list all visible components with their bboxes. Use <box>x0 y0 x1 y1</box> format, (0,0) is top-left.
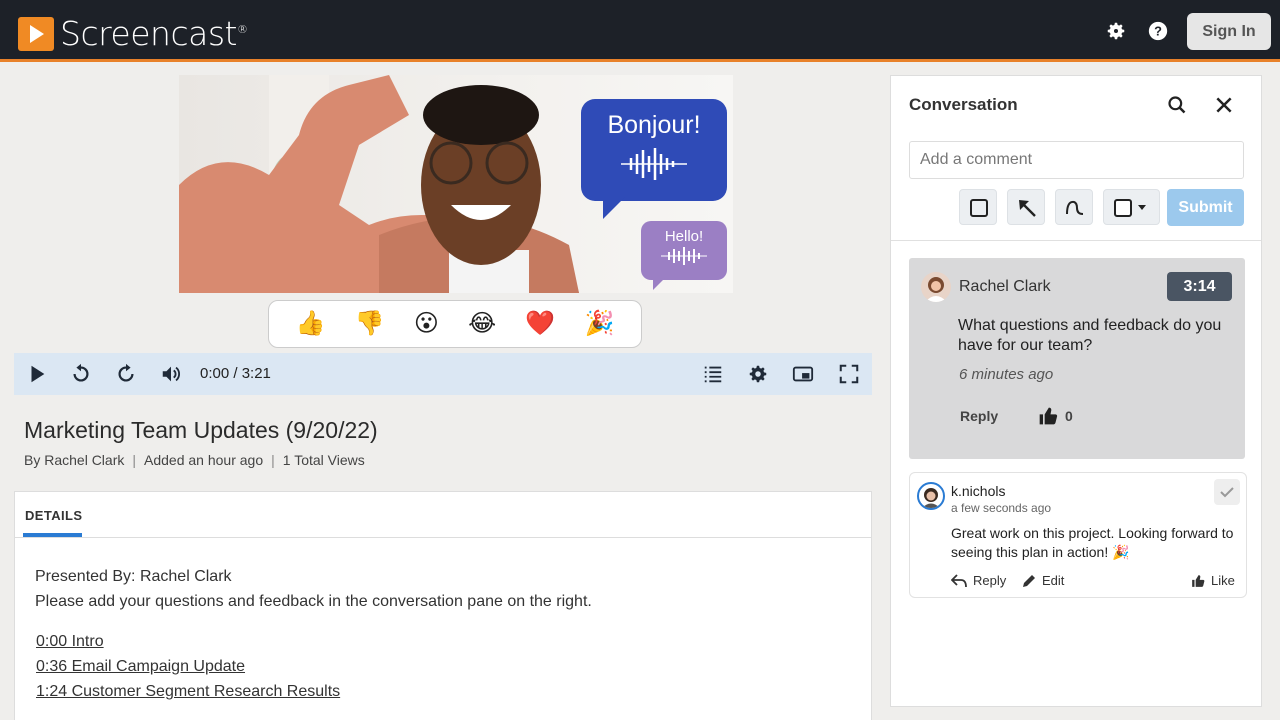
views-label: 1 Total Views <box>282 452 365 468</box>
comment-time-ago: 6 minutes ago <box>959 366 1054 383</box>
comment-text: Great work on this project. Looking forw… <box>951 525 1234 560</box>
registered-mark: ® <box>236 23 248 36</box>
color-swatch-dropdown-icon <box>1114 199 1146 217</box>
comment-input[interactable] <box>909 141 1244 179</box>
added-label: Added an hour ago <box>144 452 264 468</box>
avatar <box>921 272 951 302</box>
play-logo-icon <box>18 16 54 51</box>
sign-in-button[interactable]: Sign In <box>1187 13 1271 50</box>
audio-wave-small-icon <box>661 247 707 265</box>
bubble-secondary-text: Hello! <box>664 228 704 245</box>
fullscreen-icon[interactable] <box>838 363 860 385</box>
close-icon[interactable] <box>1214 95 1234 115</box>
party-reaction[interactable]: 🎉 <box>584 312 614 336</box>
recording-title: Marketing Team Updates (9/20/22) <box>24 417 378 443</box>
reply-label: Reply <box>973 573 1007 588</box>
svg-text:?: ? <box>1154 24 1162 39</box>
reaction-bar: 👍 👎 😮 😂 ❤️ 🎉 <box>268 300 642 348</box>
reply-icon <box>951 573 967 587</box>
forward-icon[interactable] <box>115 363 137 385</box>
details-panel: DETAILS Presented By: Rachel Clark Pleas… <box>14 491 872 720</box>
edit-label: Edit <box>1042 573 1065 588</box>
chapter-link[interactable]: 0:36 Email Campaign Update <box>36 654 340 679</box>
gear-icon[interactable] <box>1105 20 1127 42</box>
thumbs-up-icon[interactable] <box>1038 406 1058 426</box>
app-name: Screencast <box>60 14 237 53</box>
audio-wave-icon <box>621 148 687 180</box>
comment-author: Rachel Clark <box>959 278 1051 295</box>
comment-card[interactable]: Rachel Clark 3:14 What questions and fee… <box>909 258 1245 459</box>
color-picker-button[interactable] <box>1103 189 1160 225</box>
like-label: Like <box>1211 573 1235 588</box>
video-frame[interactable]: Bonjour! Hello! <box>179 75 733 293</box>
arrow-icon <box>1019 200 1036 217</box>
like-action[interactable]: Like <box>1191 573 1235 588</box>
laughing-reaction[interactable]: 😂 <box>468 312 496 336</box>
comment-author: k.nichols <box>951 483 1006 499</box>
chapter-link[interactable]: 1:24 Customer Segment Research Results <box>36 679 340 704</box>
surprised-reaction[interactable]: 😮 <box>414 312 439 336</box>
chapter-link[interactable]: 0:00 Intro <box>36 629 340 654</box>
bubble-primary-text: Bonjour! <box>607 111 701 139</box>
conversation-pane: Conversation Submit Rachel Clark 3:14 Wh… <box>890 75 1262 707</box>
volume-icon[interactable] <box>160 363 182 385</box>
resolve-button[interactable] <box>1214 479 1240 505</box>
hello-speech-bubble: Hello! <box>641 221 727 290</box>
rectangle-icon <box>970 199 988 217</box>
tab-details[interactable]: DETAILS <box>25 508 82 523</box>
chapters-list-icon[interactable] <box>702 363 724 385</box>
settings-icon[interactable] <box>747 363 769 385</box>
arrow-tool-button[interactable] <box>1007 189 1045 225</box>
active-tab-indicator <box>23 533 82 537</box>
play-icon[interactable] <box>26 363 48 385</box>
bonjour-speech-bubble: Bonjour! <box>581 99 727 219</box>
submit-button[interactable]: Submit <box>1167 189 1244 226</box>
rectangle-tool-button[interactable] <box>959 189 997 225</box>
avatar <box>917 482 945 510</box>
thumbs-up-icon <box>1192 574 1205 587</box>
details-description: Presented By: Rachel Clark Please add yo… <box>35 564 592 614</box>
author-label: By Rachel Clark <box>24 452 125 468</box>
like-count: 0 <box>1065 408 1073 424</box>
playback-time: 0:00 / 3:21 <box>200 365 271 382</box>
chapter-list: 0:00 Intro 0:36 Email Campaign Update 1:… <box>36 629 340 704</box>
top-bar: Screencast® ? Sign In <box>0 0 1280 62</box>
timestamp-badge[interactable]: 3:14 <box>1167 272 1232 301</box>
thumbs-up-reaction[interactable]: 👍 <box>296 312 326 336</box>
help-icon[interactable]: ? <box>1147 20 1169 42</box>
comment-card[interactable]: k.nichols a few seconds ago Great work o… <box>909 472 1247 598</box>
comment-text: What questions and feedback do you have … <box>958 317 1222 354</box>
edit-action[interactable]: Edit <box>1022 573 1064 588</box>
details-tabbar: DETAILS <box>15 492 871 538</box>
reply-button[interactable]: Reply <box>960 408 998 424</box>
picture-in-picture-icon[interactable] <box>792 363 814 385</box>
instructions-text: Please add your questions and feedback i… <box>35 593 592 610</box>
reply-action[interactable]: Reply <box>951 573 1006 588</box>
search-icon[interactable] <box>1167 95 1187 115</box>
freehand-tool-button[interactable] <box>1055 189 1093 225</box>
screencast-logo[interactable]: Screencast® <box>18 14 248 53</box>
checkmark-icon <box>1220 487 1234 498</box>
divider <box>891 240 1261 241</box>
comment-time-ago: a few seconds ago <box>951 501 1052 515</box>
conversation-title: Conversation <box>909 95 1018 114</box>
presented-by: Presented By: Rachel Clark <box>35 568 232 585</box>
curve-icon <box>1066 200 1084 215</box>
recording-meta: By Rachel Clark | Added an hour ago | 1 Tota… <box>24 452 365 468</box>
rewind-icon[interactable] <box>70 363 92 385</box>
thumbs-down-reaction[interactable]: 👎 <box>355 312 385 336</box>
heart-reaction[interactable]: ❤️ <box>525 312 555 336</box>
player-controls: 0:00 / 3:21 <box>14 353 872 395</box>
pencil-icon <box>1023 574 1035 587</box>
